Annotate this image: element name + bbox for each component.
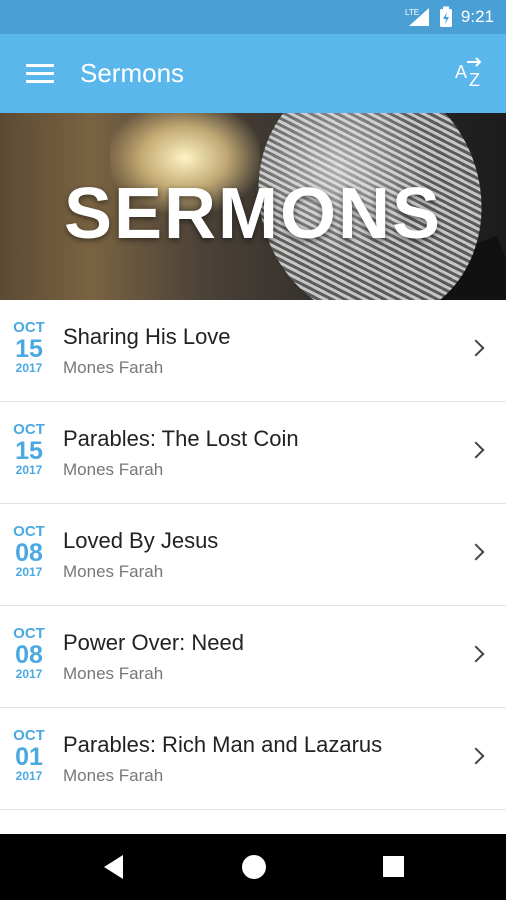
back-triangle-icon[interactable]	[104, 855, 123, 879]
date-badge: OCT 15 2017	[8, 320, 50, 375]
sermon-speaker: Mones Farah	[63, 358, 164, 377]
svg-text:A: A	[455, 62, 467, 82]
date-month: OCT	[13, 625, 45, 642]
status-bar: LTE 9:21	[0, 0, 506, 34]
date-month: OCT	[13, 727, 45, 744]
sermon-speaker: Mones Farah	[63, 766, 164, 785]
list-item[interactable]: OCT 01 2017 Parables: Rich Man and Lazar…	[0, 708, 506, 810]
system-nav-bar	[0, 834, 506, 900]
sermon-title: Parables: Rich Man and Lazarus	[63, 732, 383, 757]
sermon-speaker: Mones Farah	[63, 562, 164, 581]
date-year: 2017	[15, 667, 43, 681]
sermon-title: Sharing His Love	[63, 324, 231, 349]
sermon-list: OCT 15 2017 Sharing His Love Mones Farah…	[0, 300, 506, 810]
date-year: 2017	[15, 463, 43, 477]
hero-banner: SERMONS	[0, 113, 506, 300]
date-month: OCT	[13, 523, 45, 540]
sermon-speaker: Mones Farah	[63, 460, 164, 479]
date-year: 2017	[15, 565, 43, 579]
sort-a-z-icon[interactable]: A Z	[454, 56, 488, 90]
battery-charging-icon	[439, 6, 452, 27]
chevron-right-icon	[467, 339, 485, 357]
date-year: 2017	[15, 361, 43, 375]
date-day: 08	[15, 641, 43, 669]
date-day: 15	[15, 335, 43, 363]
date-year: 2017	[15, 769, 43, 783]
list-item[interactable]: OCT 15 2017 Parables: The Lost Coin Mone…	[0, 402, 506, 504]
network-label: LTE	[405, 8, 419, 17]
clock: 9:21	[460, 7, 494, 26]
date-badge: OCT 15 2017	[8, 422, 50, 477]
chevron-right-icon	[467, 645, 485, 663]
svg-text:Z: Z	[469, 70, 480, 90]
sermon-title: Loved By Jesus	[63, 528, 219, 553]
list-item[interactable]: OCT 08 2017 Loved By Jesus Mones Farah	[0, 504, 506, 606]
recents-square-icon[interactable]	[383, 856, 404, 877]
chevron-right-icon	[467, 747, 485, 765]
list-item[interactable]: OCT 08 2017 Power Over: Need Mones Farah	[0, 606, 506, 708]
hero-title: SERMONS	[63, 174, 443, 254]
page-title: Sermons	[80, 58, 185, 88]
date-day: 08	[15, 539, 43, 567]
lte-signal-icon: LTE	[405, 8, 429, 26]
date-badge: OCT 01 2017	[8, 728, 50, 783]
hamburger-menu-icon[interactable]	[26, 64, 54, 84]
app-bar: Sermons A Z	[0, 34, 506, 113]
date-month: OCT	[13, 319, 45, 336]
date-day: 15	[15, 437, 43, 465]
date-badge: OCT 08 2017	[8, 626, 50, 681]
chevron-right-icon	[467, 441, 485, 459]
list-item[interactable]: OCT 15 2017 Sharing His Love Mones Farah	[0, 300, 506, 402]
status-icons: LTE 9:21	[405, 0, 494, 34]
chevron-right-icon	[467, 543, 485, 561]
sermon-title: Power Over: Need	[63, 630, 244, 655]
date-month: OCT	[13, 421, 45, 438]
date-badge: OCT 08 2017	[8, 524, 50, 579]
date-day: 01	[15, 743, 43, 771]
sermon-speaker: Mones Farah	[63, 664, 164, 683]
home-circle-icon[interactable]	[242, 855, 266, 879]
sermon-title: Parables: The Lost Coin	[63, 426, 299, 451]
